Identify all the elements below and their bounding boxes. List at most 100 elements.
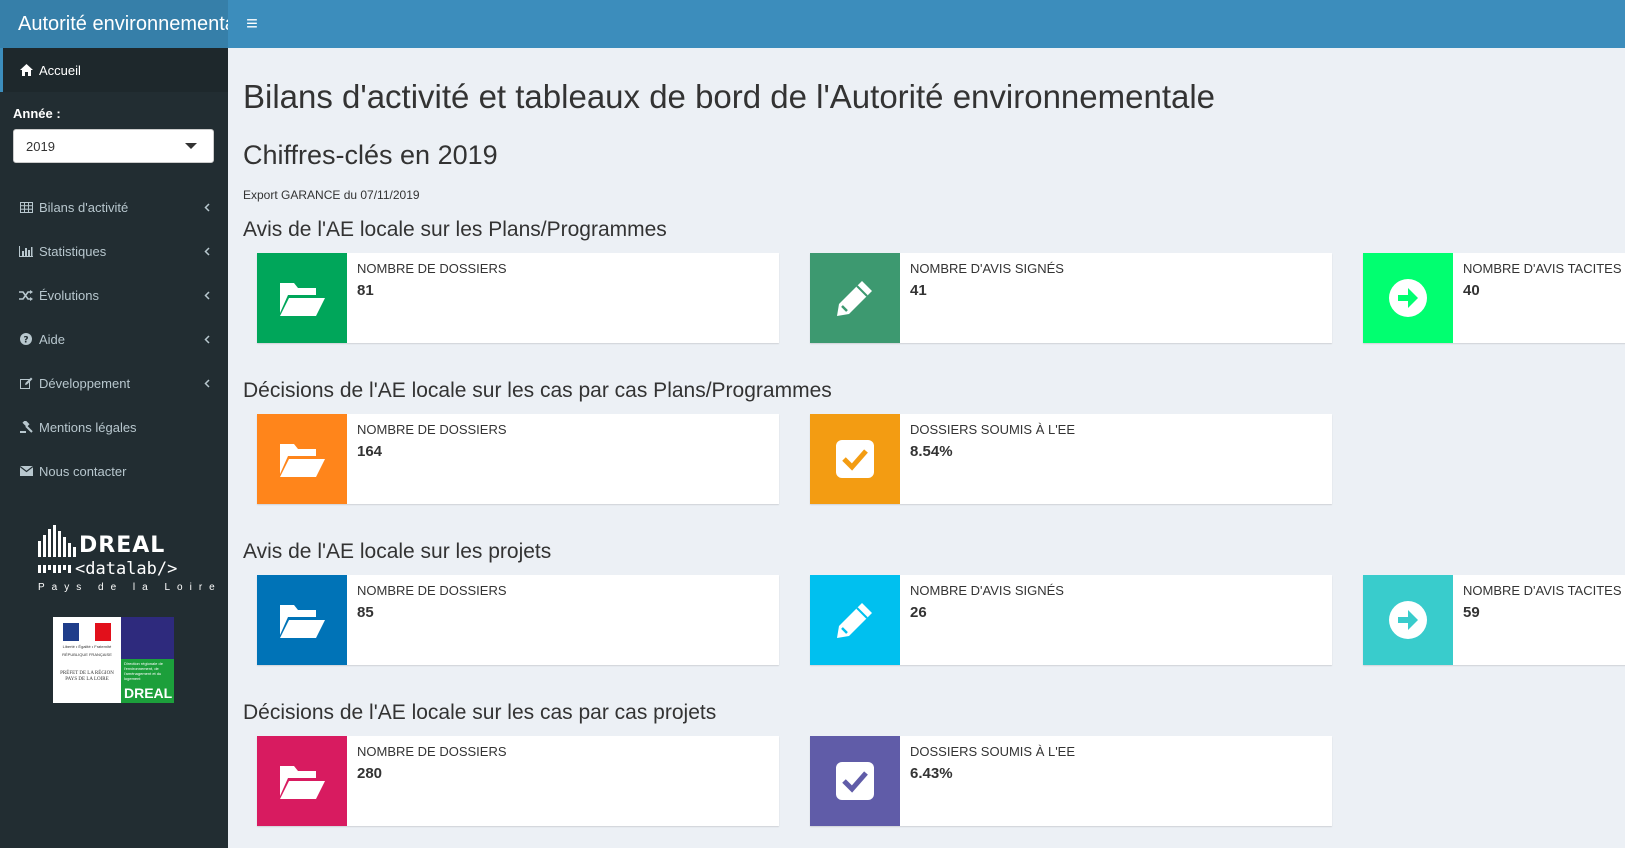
sidebar-item-developpement[interactable]: Développement (0, 361, 228, 405)
top-navbar: Autorité environnementale en Pays de la … (0, 0, 1625, 48)
year-label: Année : (13, 106, 61, 121)
sidebar-menu: Bilans d'activité Statistiques Évolution… (0, 185, 228, 493)
info-box-value: 59 (1463, 604, 1480, 621)
svg-text:?: ? (23, 336, 28, 346)
envelope-icon (16, 466, 36, 476)
year-select-value: 2019 (26, 138, 55, 154)
arrow-circle-right-icon (1363, 253, 1453, 343)
section-title: Décisions de l'AE locale sur les cas par… (243, 701, 717, 724)
check-square-icon (810, 736, 900, 826)
info-box-label: NOMBRE DE DOSSIERS (357, 744, 507, 759)
dreal-mark: DREAL (124, 685, 173, 701)
sidebar: Accueil Année : 2019 Bilans d'activité S… (0, 48, 228, 848)
arrow-circle-right-icon (1363, 575, 1453, 665)
random-icon (16, 289, 36, 301)
sidebar-item-mentions-legales[interactable]: Mentions légales (0, 405, 228, 449)
info-box-value: 41 (910, 282, 927, 299)
info-box-value: 81 (357, 282, 374, 299)
sidebar-item-aide[interactable]: ? Aide (0, 317, 228, 361)
info-box: NOMBRE D'AVIS TACITES 40 (1363, 253, 1625, 343)
pencil-icon (810, 575, 900, 665)
info-box-value: 6.43% (910, 765, 953, 782)
year-select[interactable]: 2019 (13, 129, 214, 163)
page-title: Bilans d'activité et tableaux de bord de… (243, 78, 1216, 115)
sidebar-item-statistiques[interactable]: Statistiques (0, 229, 228, 273)
sidebar-item-label: Accueil (39, 62, 81, 78)
dreal-datalab-logo: DREAL <datalab/> Pays de la Loire (38, 519, 228, 593)
sidebar-item-label: Évolutions (39, 287, 99, 303)
region-label: Pays de la Loire (38, 582, 222, 593)
folder-open-icon (257, 414, 347, 504)
info-box-label: NOMBRE DE DOSSIERS (357, 422, 507, 437)
info-box: NOMBRE D'AVIS TACITES 59 (1363, 575, 1625, 665)
check-square-icon (810, 414, 900, 504)
info-box-label: NOMBRE DE DOSSIERS (357, 261, 507, 276)
chevron-left-icon (204, 361, 210, 405)
info-box-value: 26 (910, 604, 927, 621)
gavel-icon (16, 421, 36, 433)
chevron-left-icon (204, 273, 210, 317)
info-box: NOMBRE DE DOSSIERS 85 (257, 575, 779, 665)
info-box-label: NOMBRE D'AVIS TACITES (1463, 261, 1622, 276)
sidebar-item-label: Aide (39, 331, 66, 347)
folder-open-icon (257, 575, 347, 665)
prefet-dreal-logo: Liberté • Égalité • Fraternité RÉPUBLIQU… (53, 617, 174, 703)
sidebar-item-accueil[interactable]: Accueil (0, 48, 228, 92)
info-box-label: DOSSIERS SOUMIS À L'EE (910, 744, 1076, 759)
dreal-logo-title: DREAL (79, 533, 166, 558)
french-flag-icon (63, 623, 111, 641)
prefet-label: PRÉFET DE LA RÉGION PAYS DE LA LOIRE (60, 671, 114, 682)
info-box-label: NOMBRE DE DOSSIERS (357, 583, 507, 598)
info-box: NOMBRE D'AVIS SIGNÉS 41 (810, 253, 1332, 343)
info-box: NOMBRE DE DOSSIERS 280 (257, 736, 779, 826)
info-box-value: 280 (357, 765, 383, 782)
datalab-label: <datalab/> (75, 559, 178, 579)
home-icon (16, 64, 36, 76)
info-box-value: 8.54% (910, 443, 953, 460)
sidebar-toggle-button[interactable]: ≡ (228, 0, 276, 48)
info-box-label: NOMBRE D'AVIS SIGNÉS (910, 583, 1064, 598)
info-box-value: 85 (357, 604, 374, 621)
export-note: Export GARANCE du 07/11/2019 (243, 188, 420, 202)
info-box-label: DOSSIERS SOUMIS À L'EE (910, 422, 1076, 437)
sidebar-item-label: Mentions légales (39, 419, 137, 435)
app-title[interactable]: Autorité environnementale en Pays de la … (0, 0, 228, 48)
pencil-icon (810, 253, 900, 343)
sidebar-item-label: Nous contacter (39, 463, 127, 479)
folder-open-icon (257, 736, 347, 826)
rf-motto: Liberté • Égalité • Fraternité (62, 644, 112, 649)
sidebar-item-contact[interactable]: Nous contacter (0, 449, 228, 493)
sidebar-item-evolutions[interactable]: Évolutions (0, 273, 228, 317)
info-box: NOMBRE DE DOSSIERS 81 (257, 253, 779, 343)
section-title: Avis de l'AE locale sur les projets (243, 540, 552, 563)
info-box: DOSSIERS SOUMIS À L'EE 6.43% (810, 736, 1332, 826)
info-box-label: NOMBRE D'AVIS SIGNÉS (910, 261, 1064, 276)
info-box: NOMBRE DE DOSSIERS 164 (257, 414, 779, 504)
info-box-value: 40 (1463, 282, 1480, 299)
dreal-description: Direction régionale de l'environnement, … (124, 661, 163, 681)
barcode-graphic (38, 525, 76, 557)
info-box-label: NOMBRE D'AVIS TACITES (1463, 583, 1622, 598)
table-icon (16, 201, 36, 213)
hamburger-icon: ≡ (246, 13, 258, 35)
sidebar-item-label: Développement (39, 375, 131, 391)
edit-icon (16, 377, 36, 389)
caret-down-icon (185, 143, 197, 149)
folder-open-icon (257, 253, 347, 343)
rf-label: RÉPUBLIQUE FRANÇAISE (62, 652, 112, 657)
chevron-left-icon (204, 317, 210, 361)
section-title: Avis de l'AE locale sur les Plans/Progra… (243, 218, 667, 241)
chevron-left-icon (204, 229, 210, 273)
chevron-left-icon (204, 185, 210, 229)
sidebar-item-bilans[interactable]: Bilans d'activité (0, 185, 228, 229)
main-content: Bilans d'activité et tableaux de bord de… (228, 48, 1625, 848)
sidebar-item-label: Bilans d'activité (39, 199, 129, 215)
key-figures-title: Chiffres-clés en 2019 (243, 140, 498, 170)
info-box: NOMBRE D'AVIS SIGNÉS 26 (810, 575, 1332, 665)
info-box: DOSSIERS SOUMIS À L'EE 8.54% (810, 414, 1332, 504)
bar-chart-icon (16, 245, 36, 257)
section-title: Décisions de l'AE locale sur les cas par… (243, 379, 832, 402)
question-circle-icon: ? (16, 333, 36, 345)
info-box-value: 164 (357, 443, 383, 460)
sidebar-item-label: Statistiques (39, 243, 107, 259)
